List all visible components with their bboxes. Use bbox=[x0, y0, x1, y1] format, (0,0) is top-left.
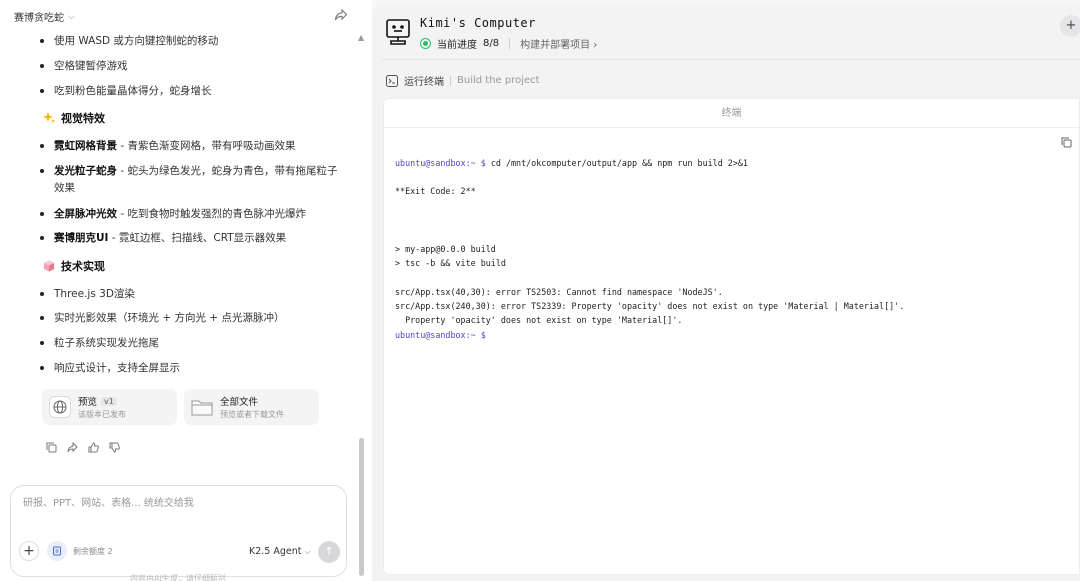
share-icon[interactable] bbox=[334, 8, 348, 22]
progress-label: 当前进度 bbox=[437, 40, 477, 51]
quota-label: 剩余额度 2 bbox=[73, 546, 113, 556]
step-label: 运行终端 bbox=[404, 77, 444, 88]
list-item-continuation: 效果 bbox=[54, 182, 75, 194]
terminal-title: 终端 bbox=[384, 99, 1079, 128]
artifact-cards: 预览 v1 该版本已发布 全部文件 预览或者下载文件 bbox=[42, 389, 319, 425]
agent-selector[interactable]: K2.5 Agent ⌵ bbox=[249, 546, 311, 557]
quota-icon bbox=[47, 541, 67, 561]
list-item: 粒子系统实现发光拖尾 bbox=[40, 335, 159, 350]
globe-icon bbox=[49, 396, 71, 418]
chat-input-box[interactable]: 研报、PPT、网站、表格... 统统交给我 + 剩余额度 2 K2.5 Agen… bbox=[10, 485, 347, 577]
chat-pane: 赛博贪吃蛇 ⌵ ▲ 使用 WASD 或方向键控制蛇的移动 空格键暂停游戏 吃到粉… bbox=[0, 0, 372, 581]
list-item: 实时光影效果（环境光 + 方向光 + 点光源脉冲） bbox=[40, 310, 284, 325]
list-item: 赛博朋克UI - 霓虹边框、扫描线、CRT显示器效果 bbox=[40, 230, 286, 245]
add-button[interactable]: + bbox=[1060, 15, 1080, 37]
list-item: 空格键暂停游戏 bbox=[40, 58, 128, 73]
thumbs-up-icon[interactable] bbox=[88, 442, 99, 453]
computer-monitor-icon bbox=[386, 19, 410, 45]
terminal-line: **Exit Code: 2** bbox=[395, 186, 476, 197]
terminal-line: src/App.tsx(240,30): error TS2339: Prope… bbox=[395, 301, 905, 312]
list-item: 霓虹网格背景 - 青紫色渐变网格，带有呼吸动画效果 bbox=[40, 138, 295, 153]
chat-title: 赛博贪吃蛇 bbox=[14, 13, 64, 24]
quota-indicator[interactable]: 剩余额度 2 bbox=[47, 541, 113, 561]
scrollbar[interactable] bbox=[359, 438, 364, 576]
chat-input-placeholder[interactable]: 研报、PPT、网站、表格... 统统交给我 bbox=[23, 494, 194, 509]
list-item: 全屏脉冲光效 - 吃到食物时触发强烈的青色脉冲光爆炸 bbox=[40, 206, 306, 221]
all-files-card[interactable]: 全部文件 预览或者下载文件 bbox=[184, 389, 319, 425]
terminal-line: src/App.tsx(40,30): error TS2503: Cannot… bbox=[395, 286, 723, 297]
preview-title: 预览 bbox=[78, 397, 98, 408]
list-item: 发光粒子蛇身 - 蛇头为绿色发光，蛇身为青色，带有拖尾粒子 bbox=[40, 163, 337, 178]
add-attachment-button[interactable]: + bbox=[19, 541, 39, 561]
preview-subtitle: 该版本已发布 bbox=[78, 410, 126, 419]
progress-value: 8/8 bbox=[483, 38, 500, 49]
preview-card[interactable]: 预览 v1 该版本已发布 bbox=[42, 389, 177, 425]
share-icon[interactable] bbox=[67, 442, 78, 453]
terminal-icon bbox=[386, 74, 398, 87]
step-detail: Build the project bbox=[457, 75, 540, 86]
scroll-up-icon[interactable]: ▲ bbox=[358, 33, 364, 42]
computer-pane: Kimi's Computer 当前进度 8/8 构建并部署项目 › + 运行终… bbox=[372, 4, 1080, 581]
sparkles-icon bbox=[43, 112, 55, 123]
copy-icon[interactable] bbox=[1061, 137, 1072, 148]
cube-icon bbox=[44, 260, 54, 272]
current-step: 运行终端 Build the project bbox=[386, 73, 540, 88]
list-item: 响应式设计，支持全屏显示 bbox=[40, 360, 180, 375]
divider bbox=[382, 59, 1080, 60]
chevron-down-icon: ⌵ bbox=[68, 11, 75, 22]
thumbs-down-icon[interactable] bbox=[109, 442, 120, 453]
terminal-line: ubuntu@sandbox:~ $ cd /mnt/okcomputer/ou… bbox=[395, 158, 748, 168]
app-window: 赛博贪吃蛇 ⌵ ▲ 使用 WASD 或方向键控制蛇的移动 空格键暂停游戏 吃到粉… bbox=[0, 0, 1080, 581]
terminal-panel: 终端 ubuntu@sandbox:~ $ cd /mnt/okcomputer… bbox=[383, 98, 1080, 575]
all-files-title: 全部文件 bbox=[220, 397, 259, 408]
build-step-link[interactable]: 构建并部署项目 › bbox=[520, 36, 597, 51]
section-heading-visual: 视觉特效 bbox=[43, 110, 105, 126]
list-item: 吃到粉色能量晶体得分，蛇身增长 bbox=[40, 83, 212, 98]
terminal-line: > tsc -b && vite build bbox=[395, 258, 506, 269]
ai-disclaimer: 内容由AI生成，请仔细甄别 bbox=[130, 574, 226, 581]
folder-icon bbox=[191, 400, 213, 416]
send-button[interactable]: ↑ bbox=[318, 541, 340, 563]
all-files-subtitle: 预览或者下载文件 bbox=[220, 410, 284, 419]
computer-title: Kimi's Computer bbox=[420, 16, 536, 30]
terminal-line: ubuntu@sandbox:~ $ bbox=[395, 329, 486, 340]
progress-row: 当前进度 8/8 构建并部署项目 › bbox=[420, 36, 597, 51]
chat-title-dropdown[interactable]: 赛博贪吃蛇 ⌵ bbox=[14, 9, 75, 25]
section-heading-tech: 技术实现 bbox=[43, 258, 105, 274]
terminal-line: > my-app@0.0.0 build bbox=[395, 243, 496, 254]
message-actions bbox=[46, 442, 120, 453]
list-item: Three.js 3D渲染 bbox=[40, 286, 135, 301]
chevron-right-icon: › bbox=[593, 40, 598, 51]
progress-status-icon bbox=[420, 38, 431, 49]
terminal-line: Property 'opacity' does not exist on typ… bbox=[395, 315, 683, 326]
list-item: 使用 WASD 或方向键控制蛇的移动 bbox=[40, 33, 218, 48]
version-badge: v1 bbox=[101, 396, 117, 406]
terminal-output: ubuntu@sandbox:~ $ cd /mnt/okcomputer/ou… bbox=[395, 156, 904, 342]
copy-icon[interactable] bbox=[46, 442, 57, 453]
